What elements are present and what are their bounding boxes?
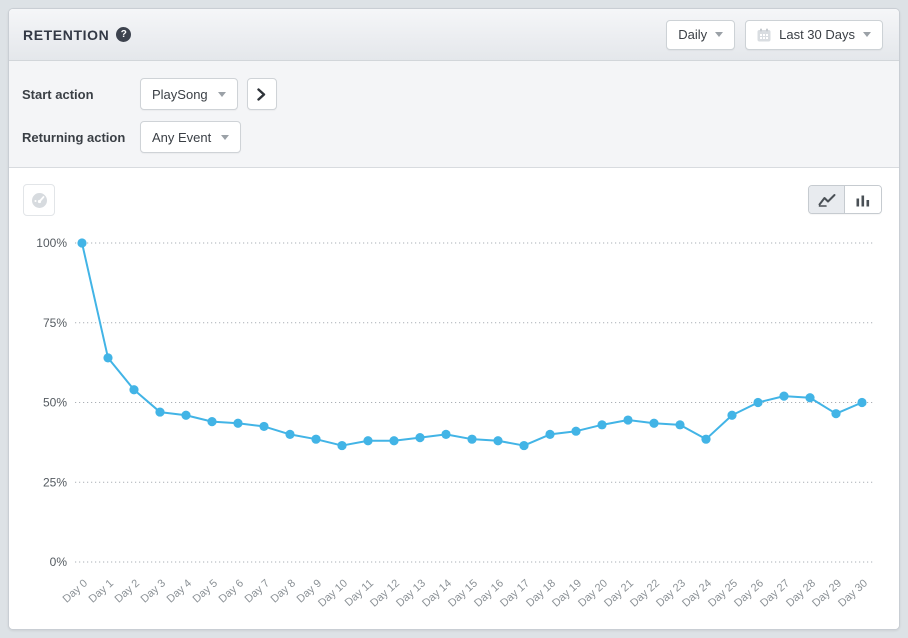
start-action-label: Start action [22,87,140,102]
start-action-value: PlaySong [152,87,208,102]
chevron-down-icon [218,92,226,97]
x-axis-tick-label: Day 6 [217,577,246,605]
chevron-right-icon [257,88,266,101]
chart-data-point[interactable] [753,398,762,407]
chart-data-point[interactable] [363,436,372,445]
start-action-row: Start action PlaySong [22,78,899,110]
chevron-down-icon [715,32,723,37]
x-axis-tick-label: Day 7 [243,577,272,605]
chart-data-point[interactable] [857,398,866,407]
x-axis-tick-label: Day 4 [165,577,194,605]
granularity-value: Daily [678,27,707,42]
chart-data-point[interactable] [519,441,528,450]
x-axis-tick-label: Day 2 [113,577,142,605]
x-axis-tick-label: Day 5 [191,577,220,605]
y-axis-tick-label: 50% [43,396,67,410]
chart-data-point[interactable] [259,422,268,431]
y-axis-tick-label: 25% [43,475,67,489]
expand-start-action-button[interactable] [247,78,277,110]
chart-data-point[interactable] [805,393,814,402]
chart-data-point[interactable] [727,411,736,420]
chart-data-point[interactable] [493,436,502,445]
retention-widget: RETENTION ? Daily Last 30 Days [8,8,900,630]
granularity-dropdown[interactable]: Daily [666,20,735,50]
returning-action-value: Any Event [152,130,211,145]
chart-data-point[interactable] [337,441,346,450]
chart-data-point[interactable] [467,435,476,444]
chart-data-point[interactable] [831,409,840,418]
chart-data-point[interactable] [285,430,294,439]
date-range-dropdown[interactable]: Last 30 Days [745,20,883,50]
returning-action-dropdown[interactable]: Any Event [140,121,241,153]
actions-panel: Start action PlaySong Returning action A… [9,61,899,168]
chart-data-point[interactable] [649,419,658,428]
x-axis-tick-label: Day 0 [61,577,90,605]
page: RETENTION ? Daily Last 30 Days [0,0,908,638]
retention-line-chart[interactable]: 0% 25% 50% 75% 100% Day 0Day 1Day 2Day 3Day 4… [9,168,899,628]
calendar-icon [757,28,771,42]
chart-data-point[interactable] [389,436,398,445]
chart-data-point[interactable] [779,392,788,401]
chart-panel: 0% 25% 50% 75% 100% Day 0Day 1Day 2Day 3Day 4… [9,168,899,629]
x-axis-tick-label: Day 30 [836,577,870,609]
help-icon[interactable]: ? [116,27,131,42]
chart-data-point[interactable] [103,353,112,362]
y-axis-tick-label: 75% [43,316,67,330]
chart-data-point[interactable] [77,238,86,247]
chart-data-point[interactable] [155,407,164,416]
chart-data-point[interactable] [545,430,554,439]
chart-data-point[interactable] [441,430,450,439]
x-axis-tick-label: Day 10 [316,577,350,609]
chart-data-point[interactable] [623,415,632,424]
x-axis-tick-label: Day 8 [269,577,298,605]
page-title: RETENTION [23,27,109,43]
date-range-value: Last 30 Days [779,27,855,42]
returning-action-row: Returning action Any Event [22,121,899,153]
chart-data-point[interactable] [675,420,684,429]
retention-series-line [82,243,862,446]
chart-data-point[interactable] [181,411,190,420]
chevron-down-icon [221,135,229,140]
x-axis-tick-label: Day 3 [139,577,168,605]
chart-data-point[interactable] [415,433,424,442]
chart-data-point[interactable] [597,420,606,429]
x-axis-tick-label: Day 1 [87,577,116,605]
chevron-down-icon [863,32,871,37]
chart-data-point[interactable] [311,435,320,444]
y-axis-tick-label: 100% [36,236,67,250]
chart-data-point[interactable] [233,419,242,428]
chart-data-point[interactable] [129,385,138,394]
chart-data-point[interactable] [701,435,710,444]
y-axis-tick-label: 0% [50,555,68,569]
chart-data-point[interactable] [571,427,580,436]
start-action-dropdown[interactable]: PlaySong [140,78,238,110]
widget-header: RETENTION ? Daily Last 30 Days [9,9,899,61]
chart-data-point[interactable] [207,417,216,426]
returning-action-label: Returning action [22,130,140,145]
